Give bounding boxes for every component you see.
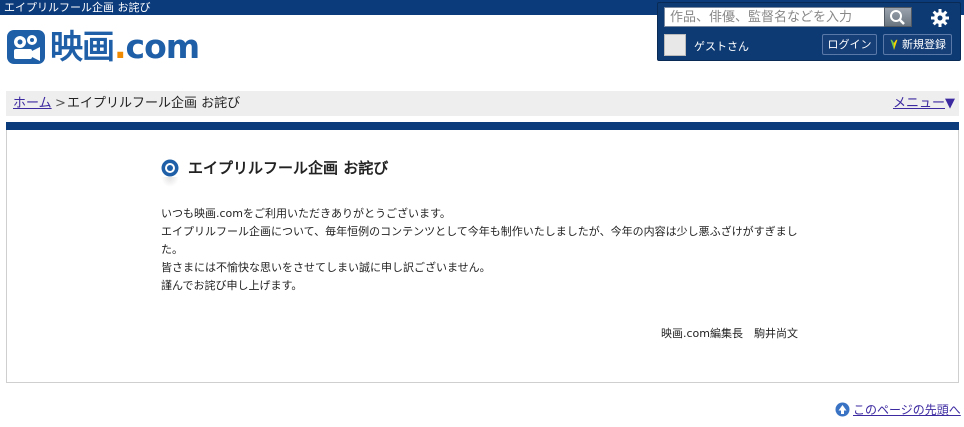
back-to-top-label: このページの先頭へ (853, 403, 961, 417)
section-divider (6, 122, 959, 130)
chevron-down-icon: ▼ (945, 96, 955, 111)
up-arrow-icon (835, 402, 850, 417)
breadcrumb-current: エイプリルフール企画 お詫び (67, 96, 241, 111)
search-icon (890, 10, 905, 25)
search-button[interactable] (884, 7, 912, 27)
article-paragraph: いつも映画.comをご利用いただきありがとうございます。 (161, 207, 451, 220)
user-panel: 作品、俳優、監督名などを入力 ゲストさん ログイン 新規登録 (657, 2, 961, 61)
article-body: いつも映画.comをご利用いただきありがとうございます。 エイプリルフール企画に… (161, 205, 806, 295)
article-signature: 映画.com編集長 駒井尚文 (661, 327, 798, 340)
register-button[interactable]: 新規登録 (883, 34, 952, 55)
leaf-icon (890, 39, 898, 50)
login-button[interactable]: ログイン (822, 34, 877, 55)
menu-toggle[interactable]: メニュー▼ (893, 91, 955, 116)
article-paragraph: 謹んでお詫び申し上げます。 (161, 279, 303, 292)
article-paragraph: エイプリルフール企画について、毎年恒例のコンテンツとして今年も制作いたしましたが… (161, 225, 798, 256)
window-title: エイプリルフール企画 お詫び (4, 1, 151, 14)
logo-wordmark: 映画.com (50, 27, 200, 66)
page-title: エイプリルフール企画 お詫び (161, 157, 388, 178)
settings-button[interactable] (928, 6, 952, 30)
guest-name: ゲストさん (694, 40, 749, 53)
breadcrumb-home-link[interactable]: ホーム (13, 91, 52, 116)
menu-label: メニュー (892, 96, 945, 111)
back-to-top-link[interactable]: このページの先頭へ (835, 401, 961, 418)
gear-icon (931, 9, 949, 27)
camera-logo-icon (7, 30, 45, 64)
title-bullet-shadow (161, 177, 179, 187)
page-title-text: エイプリルフール企画 お詫び (188, 159, 389, 177)
search-input[interactable]: 作品、俳優、監督名などを入力 (664, 7, 892, 27)
breadcrumb-separator: > (55, 96, 66, 111)
site-logo[interactable]: 映画.com (6, 26, 200, 68)
title-bullet-icon (161, 159, 179, 176)
register-label: 新規登録 (902, 38, 946, 51)
article-paragraph: 皆さまには不愉快な思いをさせてしまい誠に申し訳ございません。 (161, 261, 491, 274)
breadcrumb: ホーム > エイプリルフール企画 お詫び メニュー▼ (6, 91, 959, 116)
avatar (664, 34, 686, 56)
